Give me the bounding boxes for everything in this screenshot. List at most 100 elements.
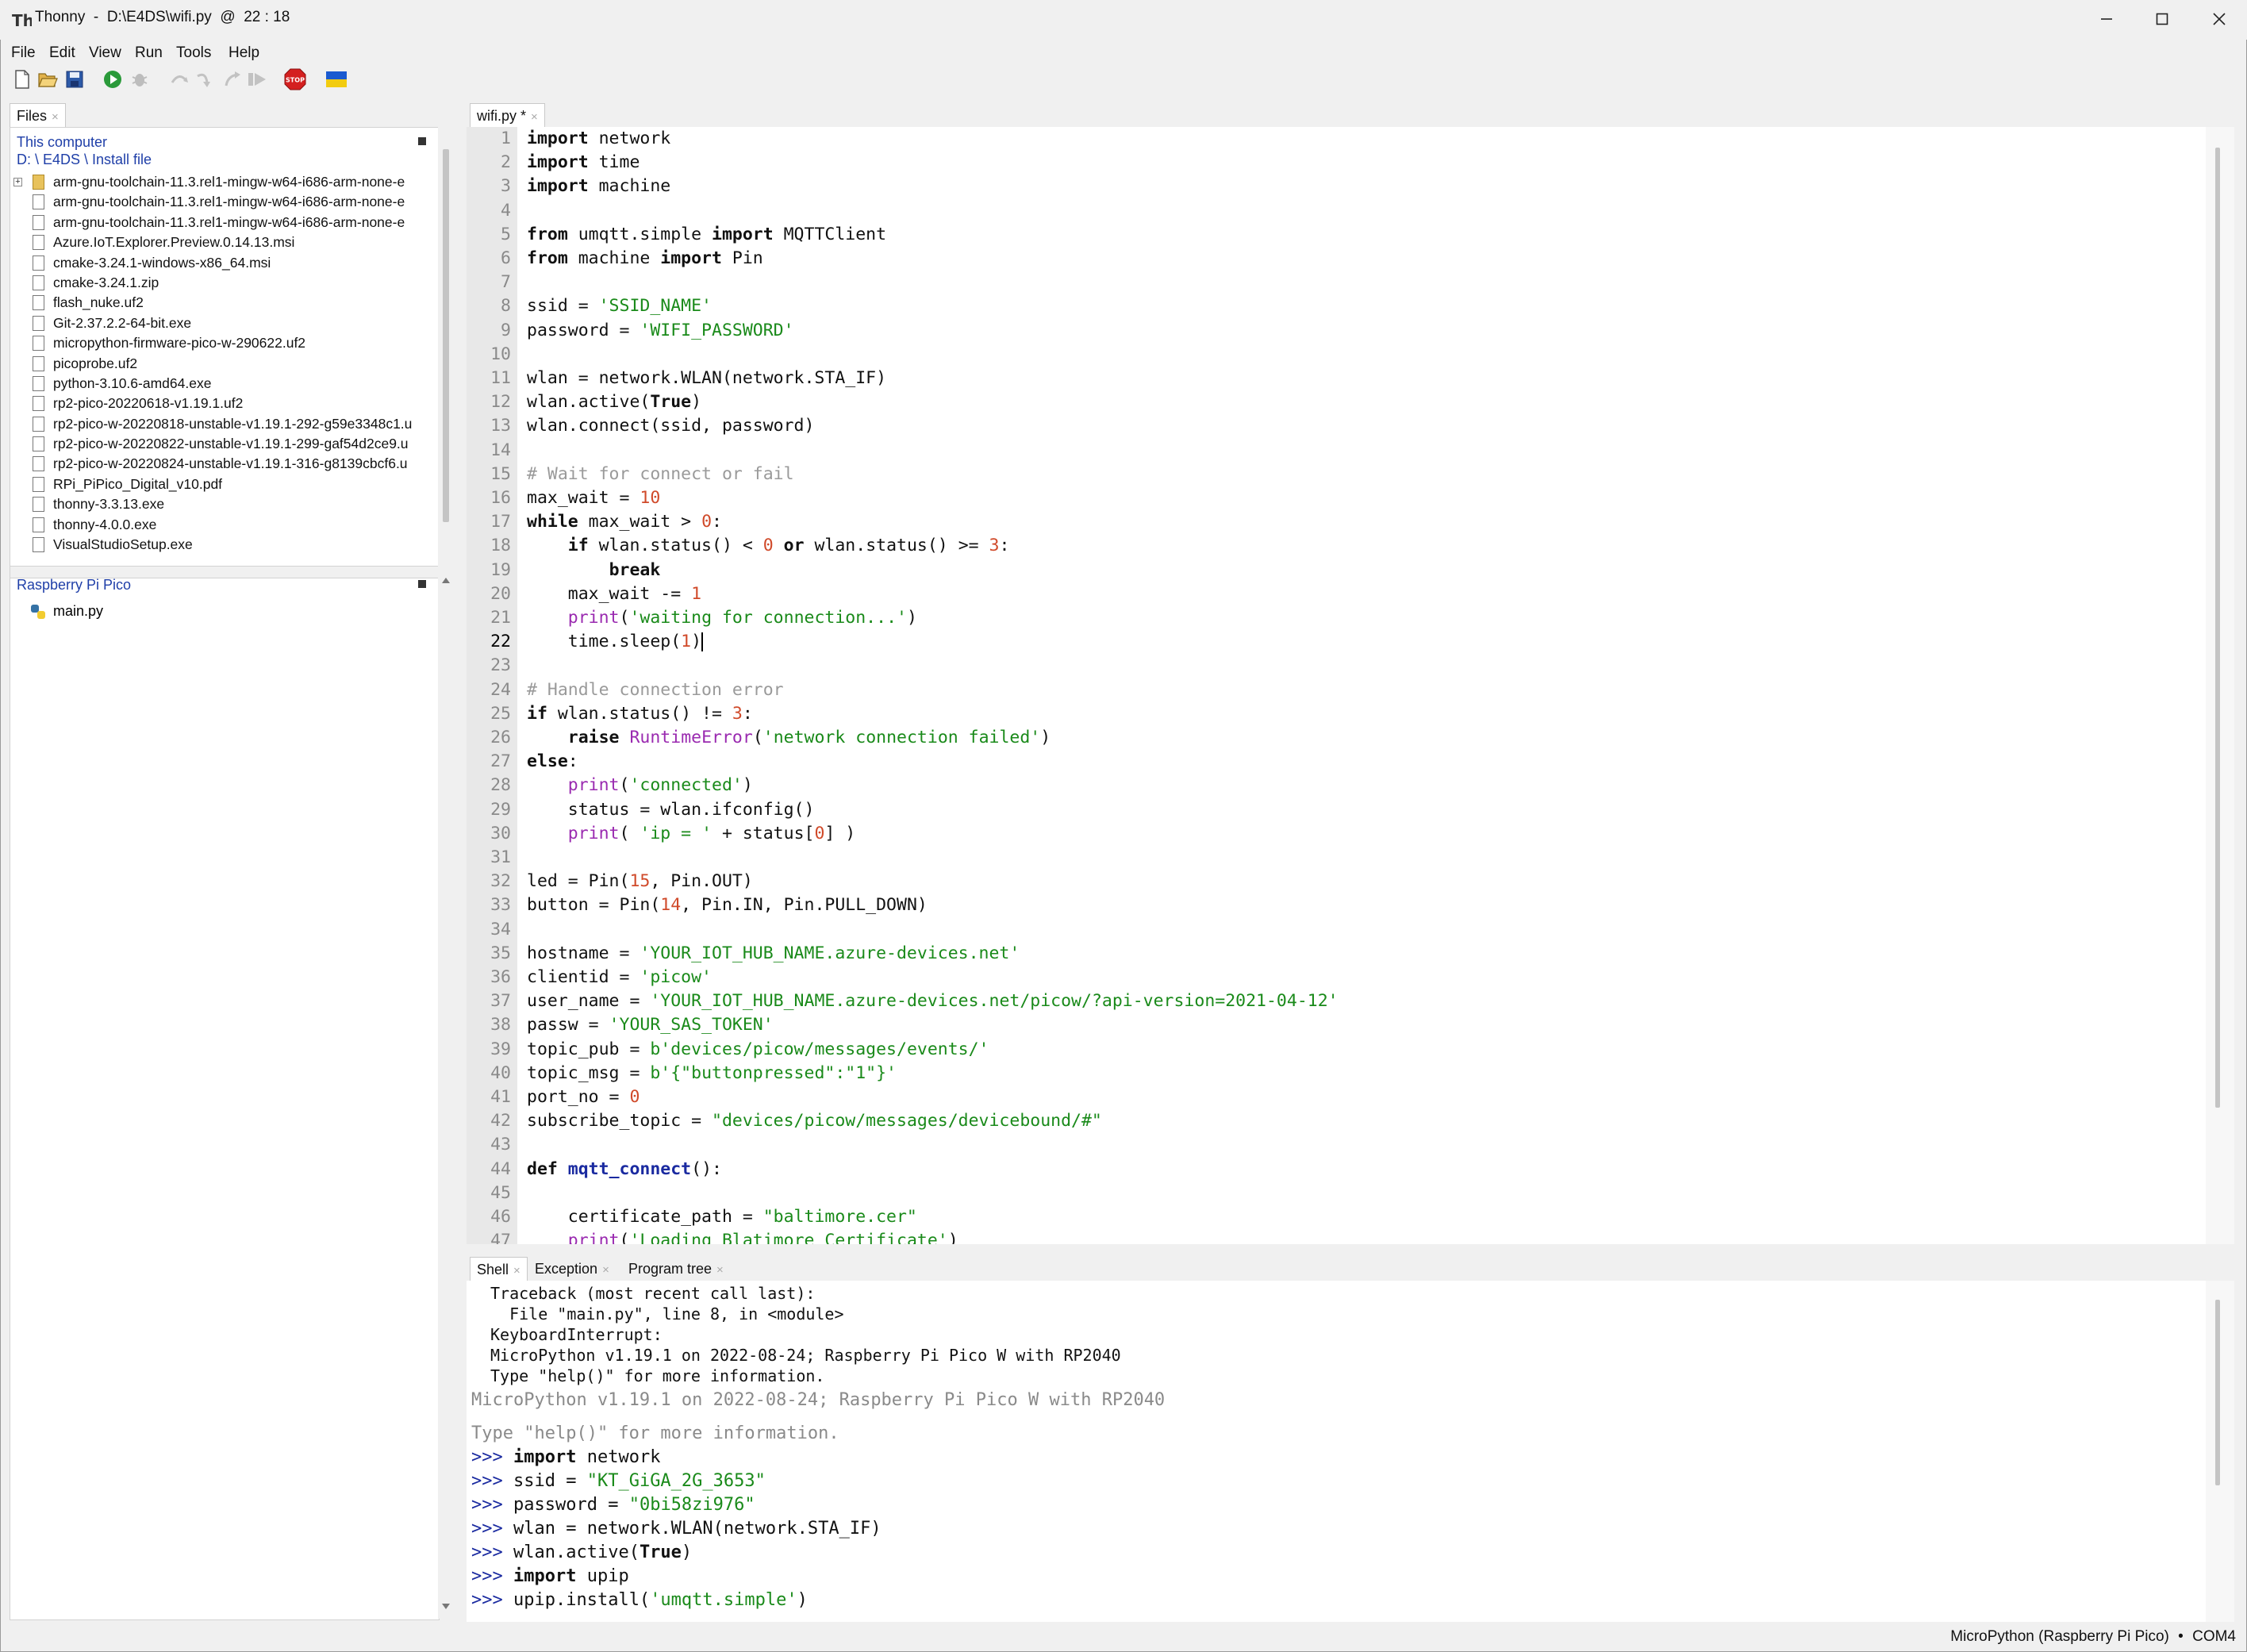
code-line[interactable]: port_no = 0 (527, 1087, 640, 1107)
code-line[interactable]: if wlan.status() < 0 or wlan.status() >=… (527, 536, 1010, 555)
file-list-item[interactable]: python-3.10.6-amd64.exe (10, 374, 439, 394)
code-line[interactable]: passw = 'YOUR_SAS_TOKEN' (527, 1015, 774, 1035)
code-line[interactable]: wlan = network.WLAN(network.STA_IF) (527, 368, 886, 388)
code-line[interactable]: topic_msg = b'{"buttonpressed":"1"}' (527, 1063, 897, 1083)
code-line[interactable]: topic_pub = b'devices/picow/messages/eve… (527, 1039, 989, 1059)
step-out-button[interactable] (221, 68, 243, 90)
file-list-item[interactable]: Git-2.37.2.2-64-bit.exe (10, 313, 439, 333)
code-line[interactable]: button = Pin(14, Pin.IN, Pin.PULL_DOWN) (527, 895, 928, 915)
collapse-icon[interactable] (418, 137, 426, 145)
file-list-item[interactable]: arm-gnu-toolchain-11.3.rel1-mingw-w64-i6… (10, 192, 439, 212)
file-list-item[interactable]: RPi_PiPico_Digital_v10.pdf (10, 474, 439, 494)
title-bar[interactable]: Th Thonny - D:\E4DS\wifi.py @ 22 : 18 (0, 0, 2247, 40)
close-tab-icon[interactable]: × (602, 1263, 609, 1277)
code-line[interactable]: max_wait -= 1 (527, 584, 701, 604)
code-line[interactable]: if wlan.status() != 3: (527, 704, 753, 724)
file-list-item[interactable]: rp2-pico-w-20220822-unstable-v1.19.1-299… (10, 434, 439, 454)
code-line[interactable]: wlan.connect(ssid, password) (527, 416, 814, 436)
scrollbar-thumb[interactable] (2215, 148, 2220, 1108)
file-list-item[interactable]: Azure.IoT.Explorer.Preview.0.14.13.msi (10, 232, 439, 252)
code-line[interactable]: print('waiting for connection...') (527, 608, 917, 628)
code-line[interactable]: print('connected') (527, 775, 753, 795)
file-list-item[interactable]: rp2-pico-w-20220824-unstable-v1.19.1-316… (10, 454, 439, 474)
shell-command-line[interactable]: >>> ssid = "KT_GiGA_2G_3653" (471, 1471, 766, 1491)
code-line[interactable]: print('Loading Blatimore Certificate') (527, 1231, 958, 1244)
code-line[interactable]: certificate_path = "baltimore.cer" (527, 1207, 917, 1227)
close-tab-icon[interactable]: × (52, 110, 59, 124)
code-line[interactable]: # Wait for connect or fail (527, 464, 794, 484)
close-tab-icon[interactable]: × (716, 1263, 724, 1277)
code-line[interactable]: led = Pin(15, Pin.OUT) (527, 871, 753, 891)
expand-icon[interactable]: + (13, 178, 22, 186)
code-line[interactable]: ssid = 'SSID_NAME' (527, 296, 712, 316)
code-line[interactable]: print( 'ip = ' + status[0] ) (527, 824, 855, 843)
code-line[interactable]: clientid = 'picow' (527, 967, 712, 987)
save-button[interactable] (63, 68, 86, 90)
file-list-item[interactable]: VisualStudioSetup.exe (10, 535, 439, 555)
code-line[interactable]: import network (527, 129, 670, 148)
current-path[interactable]: D: \ E4DS \ Install file (17, 152, 152, 168)
maximize-button[interactable] (2134, 0, 2190, 38)
file-list-item[interactable]: flash_nuke.uf2 (10, 293, 439, 313)
shell-command-line[interactable]: >>> wlan = network.WLAN(network.STA_IF) (471, 1519, 882, 1539)
code-line[interactable]: import machine (527, 176, 670, 196)
list-item[interactable]: main.py (10, 601, 439, 621)
menu-tools[interactable]: Tools (176, 40, 211, 67)
tab-wifi-py[interactable]: wifi.py * × (470, 103, 545, 127)
new-file-button[interactable] (11, 68, 33, 90)
file-list-item[interactable]: cmake-3.24.1-windows-x86_64.msi (10, 253, 439, 273)
menu-edit[interactable]: Edit (49, 40, 75, 67)
code-line[interactable]: from umqtt.simple import MQTTClient (527, 225, 886, 244)
shell-console[interactable]: Traceback (most recent call last): File … (467, 1281, 2234, 1622)
code-line[interactable]: from machine import Pin (527, 248, 763, 268)
code-line[interactable]: # Handle connection error (527, 680, 784, 700)
scroll-up-icon[interactable] (441, 576, 451, 584)
shell-command-line[interactable]: >>> wlan.active(True) (471, 1543, 692, 1562)
step-over-button[interactable] (168, 68, 190, 90)
menu-view[interactable]: View (89, 40, 121, 67)
run-button[interactable] (102, 68, 124, 90)
file-list-item[interactable]: micropython-firmware-pico-w-290622.uf2 (10, 333, 439, 353)
file-list-item[interactable]: rp2-pico-w-20220818-unstable-v1.19.1-292… (10, 414, 439, 434)
code-line[interactable]: max_wait = 10 (527, 488, 660, 508)
close-tab-icon[interactable]: × (513, 1264, 520, 1277)
code-line[interactable]: import time (527, 152, 640, 172)
interpreter-status[interactable]: MicroPython (Raspberry Pi Pico) • COM4 (1950, 1628, 2236, 1646)
code-line[interactable]: wlan.active(True) (527, 392, 701, 412)
code-line[interactable]: status = wlan.ifconfig() (527, 800, 815, 820)
menu-file[interactable]: File (11, 40, 36, 67)
ukraine-flag-button[interactable] (325, 68, 348, 90)
scroll-down-icon[interactable] (441, 1603, 451, 1611)
code-editor[interactable]: 1 2 3 4 5 6 7 8 9 10 11 12 13 14 15 16 17 18 19 20 21 22 23 24 2… (467, 127, 2234, 1244)
shell-command-line[interactable]: >>> password = "0bi58zi976" (471, 1495, 755, 1515)
file-list-item[interactable]: cmake-3.24.1.zip (10, 273, 439, 293)
file-list-item[interactable]: thonny-4.0.0.exe (10, 515, 439, 535)
tab-files[interactable]: Files × (10, 103, 66, 127)
file-list-item[interactable]: picoprobe.uf2 (10, 354, 439, 374)
minimize-button[interactable] (2079, 0, 2134, 38)
code-line[interactable]: user_name = 'YOUR_IOT_HUB_NAME.azure-dev… (527, 991, 1339, 1011)
tab-shell[interactable]: Shell × (470, 1257, 528, 1281)
code-line[interactable]: while max_wait > 0: (527, 512, 722, 532)
shell-command-line[interactable]: >>> import upip (471, 1566, 629, 1586)
code-line[interactable]: password = 'WIFI_PASSWORD' (527, 321, 794, 340)
close-button[interactable] (2191, 0, 2247, 38)
code-line[interactable]: subscribe_topic = "devices/picow/message… (527, 1111, 1102, 1131)
code-line[interactable]: def mqtt_connect(): (527, 1159, 722, 1179)
code-line[interactable]: raise RuntimeError('network connection f… (527, 728, 1051, 747)
open-file-button[interactable] (36, 68, 59, 90)
tab-exception[interactable]: Exception × (528, 1257, 616, 1281)
shell-command-line[interactable]: >>> upip.install('umqtt.simple') (471, 1590, 808, 1610)
shell-command-line[interactable]: >>> import network (471, 1447, 660, 1467)
collapse-icon[interactable] (418, 580, 426, 588)
code-line[interactable]: break (527, 560, 661, 580)
resume-button[interactable] (246, 68, 268, 90)
tab-program-tree[interactable]: Program tree × (622, 1257, 730, 1281)
file-list-item[interactable]: arm-gnu-toolchain-11.3.rel1-mingw-w64-i6… (10, 213, 439, 232)
scrollbar-thumb[interactable] (443, 149, 449, 522)
code-line[interactable]: hostname = 'YOUR_IOT_HUB_NAME.azure-devi… (527, 943, 1020, 963)
file-list-item[interactable]: + arm-gnu-toolchain-11.3.rel1-mingw-w64-i… (10, 172, 439, 192)
close-tab-icon[interactable]: × (531, 110, 538, 124)
step-into-button[interactable] (194, 68, 216, 90)
stop-button[interactable]: STOP (284, 68, 306, 90)
